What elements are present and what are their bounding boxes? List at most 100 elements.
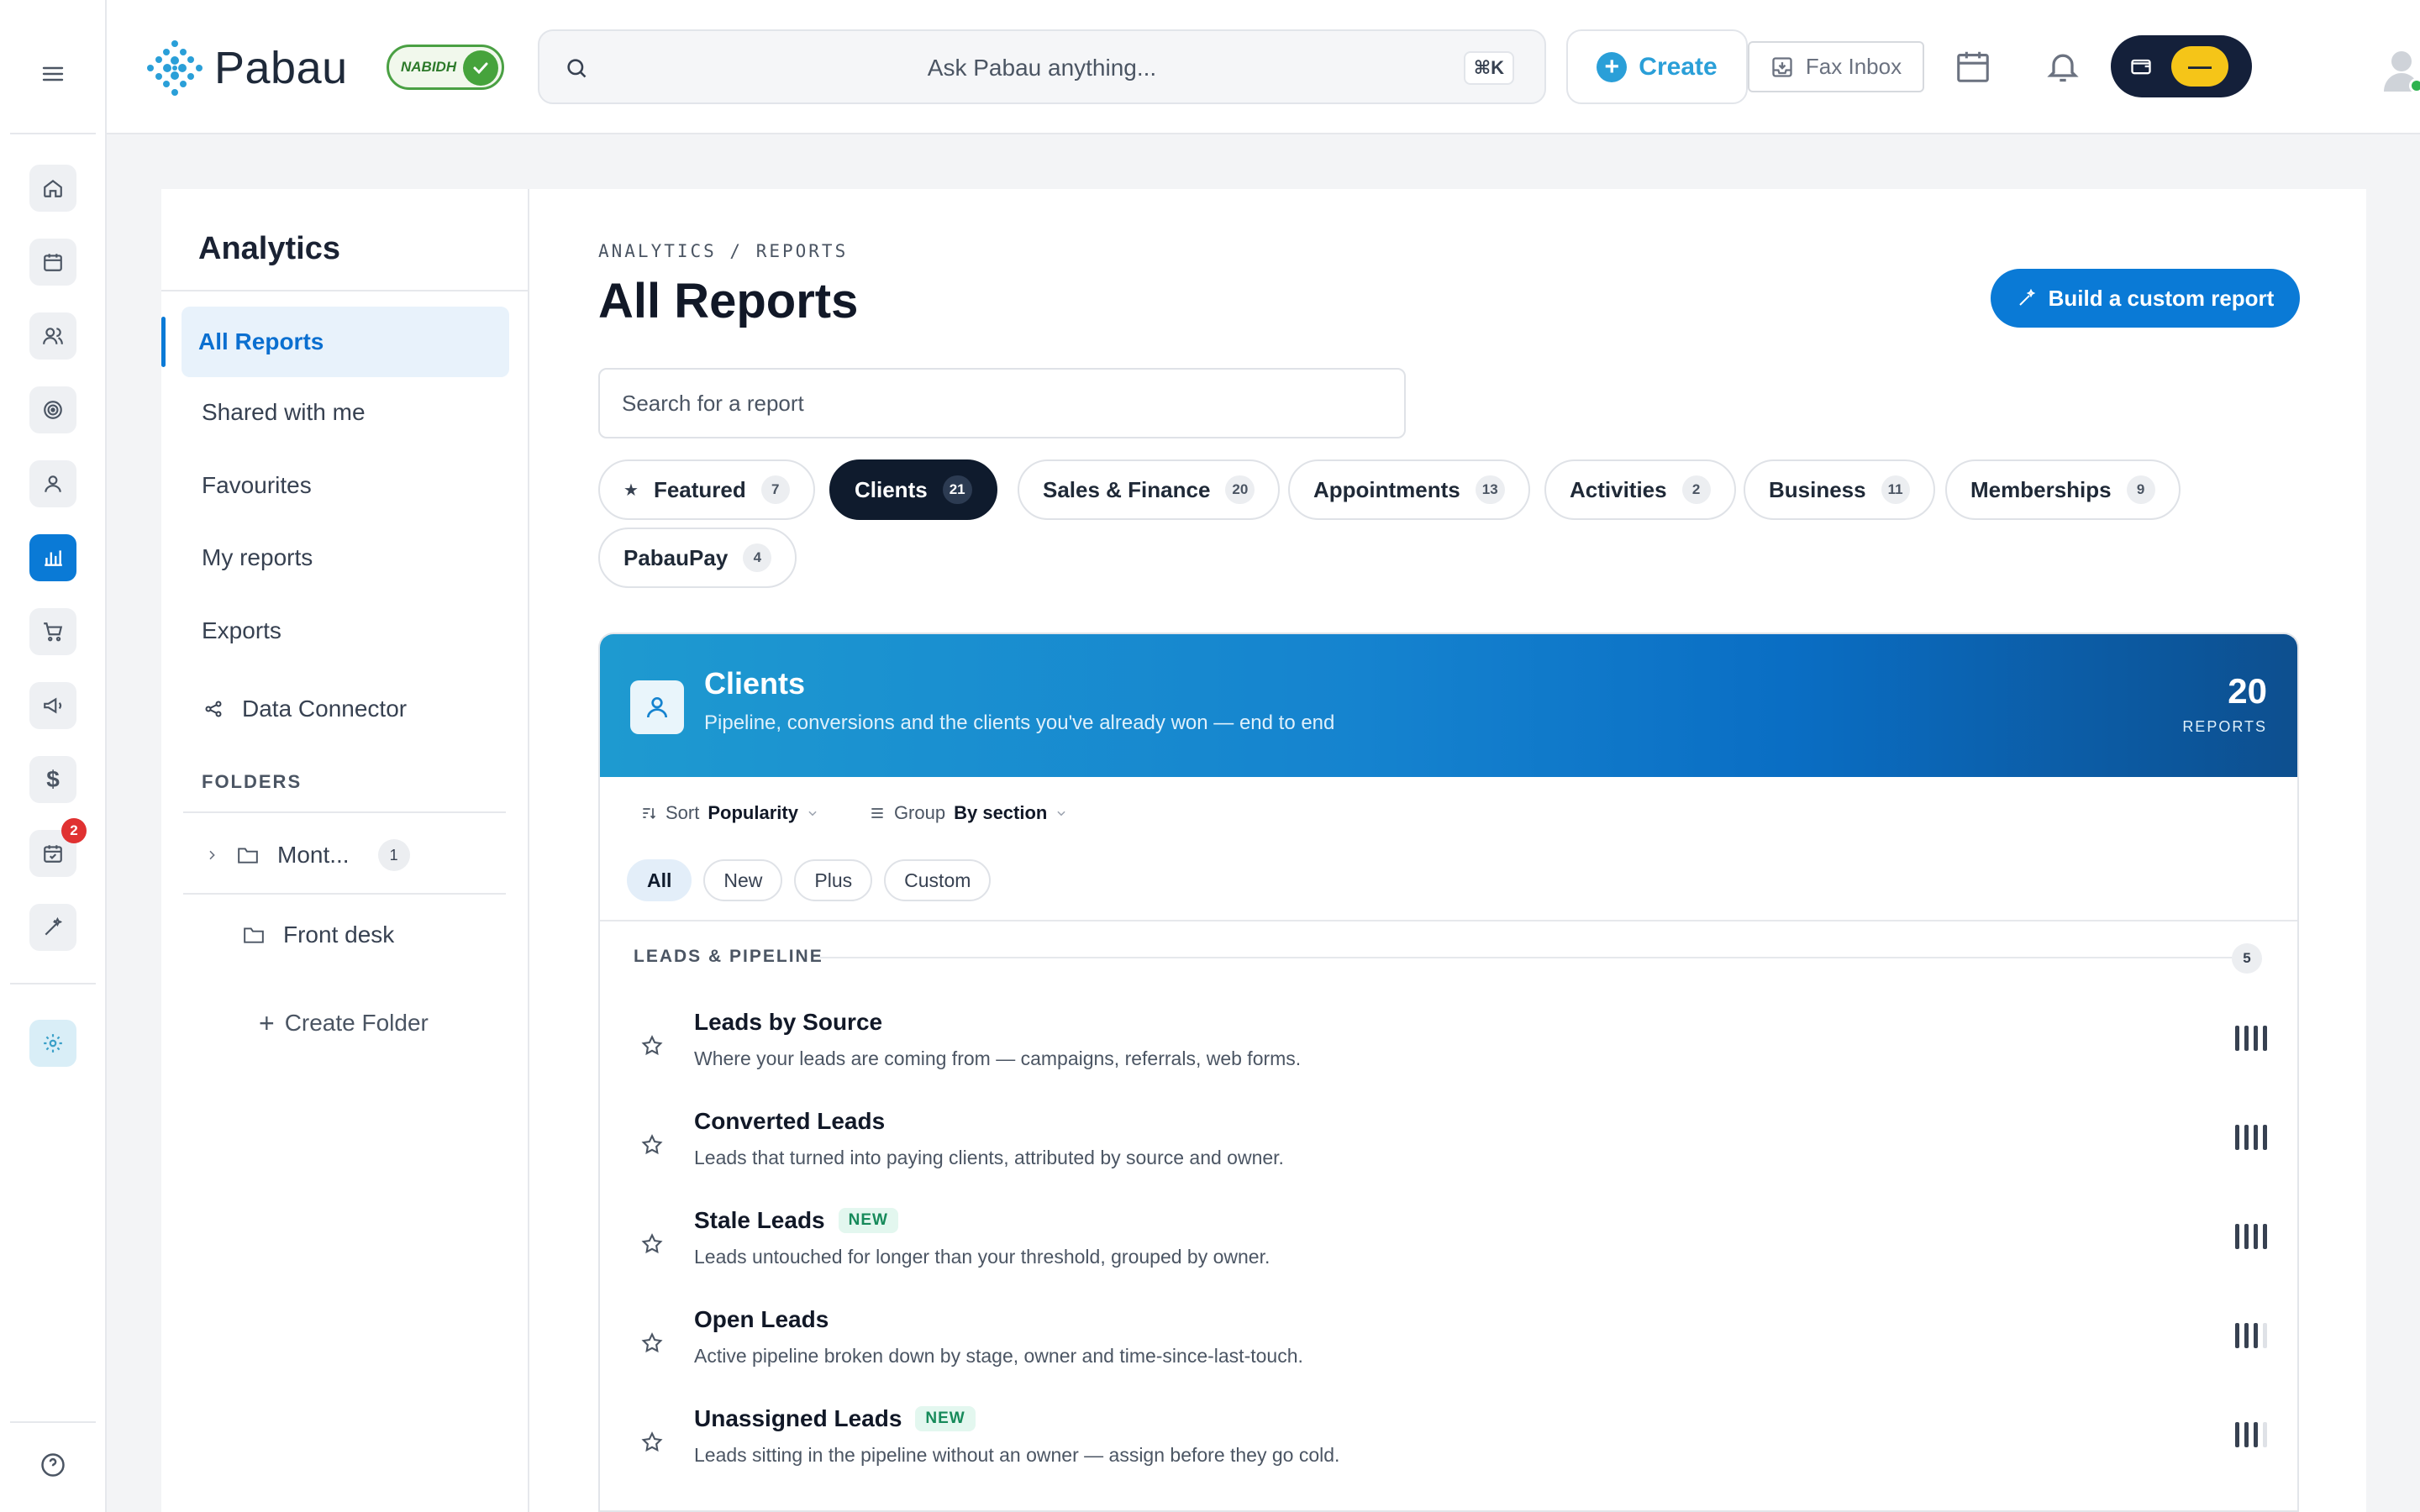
chevron-right-icon[interactable] (205, 848, 218, 862)
create-label: Create (1639, 52, 1718, 81)
target-icon[interactable] (29, 386, 76, 433)
users-icon[interactable] (29, 312, 76, 360)
popularity-bar (2263, 1224, 2267, 1249)
category-chip-activities[interactable]: Activities 2 (1544, 459, 1736, 520)
brand-logo[interactable]: Pabau (145, 39, 348, 97)
report-description: Leads untouched for longer than your thr… (694, 1246, 1270, 1268)
chip-count: 7 (760, 475, 790, 504)
report-count: 20 (2228, 671, 2267, 711)
category-chip-appointments[interactable]: Appointments 13 (1288, 459, 1530, 520)
category-chip-clients[interactable]: Clients 21 (829, 459, 997, 520)
sidebar-item-all-reports[interactable]: All Reports (182, 307, 509, 377)
folder-item[interactable]: Front desk (243, 921, 394, 948)
calendar-check-icon[interactable]: 2 (29, 818, 87, 877)
cart-icon[interactable] (29, 608, 76, 655)
category-chip-business[interactable]: Business 11 (1744, 459, 1935, 520)
filter-tag-plus[interactable]: Plus (794, 859, 873, 901)
shortcut-hint: ⌘K (1463, 51, 1514, 85)
star-outline-icon[interactable] (640, 1232, 664, 1256)
data-connector-label: Data Connector (242, 696, 408, 722)
rail-divider (10, 133, 96, 134)
sidebar-item-data-connector[interactable]: Data Connector (203, 696, 407, 722)
chip-label: Appointments (1313, 476, 1460, 502)
sidebar-item-my-reports[interactable]: My reports (202, 544, 313, 571)
chip-label: Activities (1570, 476, 1667, 502)
sidebar-item-exports[interactable]: Exports (202, 617, 281, 644)
build-custom-report-button[interactable]: Build a custom report (1991, 269, 2300, 328)
inbox-icon (1770, 55, 1794, 79)
magic-wand-icon[interactable] (29, 904, 76, 951)
create-button[interactable]: + Create (1566, 29, 1748, 104)
category-chip-pabaupay[interactable]: PabauPay 4 (598, 528, 797, 588)
filter-tag-custom[interactable]: Custom (884, 859, 992, 901)
rail-divider (10, 1421, 96, 1423)
star-outline-icon[interactable] (640, 1034, 664, 1058)
folder-label: Front desk (283, 921, 395, 948)
group-dropdown[interactable]: Group By section (869, 802, 1067, 824)
report-row[interactable]: Stale Leads NEW Leads untouched for longe… (600, 1194, 2297, 1293)
popularity-bar (2263, 1125, 2267, 1150)
create-folder-button[interactable]: + Create Folder (259, 1010, 429, 1037)
filter-tag-all[interactable]: All (627, 859, 692, 901)
popularity-bar (2254, 1422, 2258, 1447)
chip-count: 9 (2126, 475, 2155, 504)
global-search-input[interactable]: Ask Pabau anything... ⌘K (538, 29, 1546, 104)
report-row[interactable]: Open Leads Active pipeline broken down b… (600, 1293, 2297, 1392)
bell-icon[interactable] (2044, 47, 2081, 86)
reports-main: ANALYTICS / REPORTS All Reports Build a … (529, 189, 2366, 1512)
filter-tag-new[interactable]: New (703, 859, 783, 901)
active-indicator (161, 317, 166, 367)
popularity-bars (2235, 1422, 2267, 1447)
card-divider (600, 920, 2297, 921)
calendar-icon[interactable] (1954, 47, 1992, 86)
bar-chart-icon[interactable] (29, 534, 76, 581)
group-value: By section (954, 802, 1048, 823)
megaphone-icon[interactable] (29, 682, 76, 729)
popularity-bar (2235, 1026, 2239, 1051)
new-badge: NEW (838, 1208, 898, 1233)
chip-label: Featured (653, 476, 746, 502)
wallet-toggle[interactable]: — (2111, 35, 2252, 97)
sidebar-item-shared[interactable]: Shared with me (202, 399, 366, 426)
category-chip-featured[interactable]: ★ Featured 7 (598, 459, 815, 520)
wallet-balance-pill: — (2171, 46, 2228, 87)
report-search-input[interactable]: Search for a report (598, 368, 1406, 438)
hamburger-icon[interactable] (42, 66, 64, 82)
share-nodes-icon (203, 699, 224, 719)
category-chip-sales-finance[interactable]: Sales & Finance 20 (1018, 459, 1281, 520)
category-chip-memberships[interactable]: Memberships 9 (1945, 459, 2181, 520)
star-outline-icon[interactable] (640, 1331, 664, 1355)
report-title: Leads by Source (694, 1009, 883, 1035)
chip-label: Clients (855, 476, 928, 502)
sort-dropdown[interactable]: Sort Popularity (640, 802, 818, 824)
category-subtitle: Pipeline, conversions and the clients yo… (704, 711, 1335, 734)
fax-inbox-button[interactable]: Fax Inbox (1748, 41, 1924, 92)
report-row[interactable]: Leads by Source Where your leads are com… (600, 995, 2297, 1095)
popularity-bar (2244, 1026, 2249, 1051)
report-description: Where your leads are coming from — campa… (694, 1047, 1302, 1069)
analytics-sidebar: Analytics All Reports Shared with me Fav… (161, 189, 529, 1512)
report-row[interactable]: Converted Leads Leads that turned into p… (600, 1095, 2297, 1194)
calendar-icon[interactable] (29, 239, 76, 286)
chip-count: 11 (1881, 475, 1910, 504)
star-outline-icon[interactable] (640, 1133, 664, 1157)
sidebar-item-favourites[interactable]: Favourites (202, 472, 312, 499)
avatar[interactable] (2382, 48, 2420, 93)
list-icon (869, 805, 886, 822)
nabidh-badge[interactable]: NABIDH (387, 45, 504, 90)
sort-value: Popularity (708, 802, 798, 823)
sidebar-title: Analytics (198, 231, 340, 266)
user-icon[interactable] (29, 460, 76, 507)
popularity-bars (2235, 1026, 2267, 1051)
folder-item[interactable]: Mont... 1 (205, 839, 410, 871)
chip-label: Sales & Finance (1043, 476, 1211, 502)
help-icon[interactable] (29, 1441, 76, 1488)
home-icon[interactable] (29, 165, 76, 212)
gear-icon[interactable] (29, 1020, 76, 1067)
star-outline-icon[interactable] (640, 1431, 664, 1454)
dollar-icon[interactable]: $ (29, 756, 76, 803)
report-row[interactable]: Unassigned Leads NEW Leads sitting in the… (600, 1392, 2297, 1491)
popularity-bar (2254, 1125, 2258, 1150)
section-count: 5 (2232, 943, 2262, 974)
breadcrumb: ANALYTICS / REPORTS (598, 241, 849, 261)
